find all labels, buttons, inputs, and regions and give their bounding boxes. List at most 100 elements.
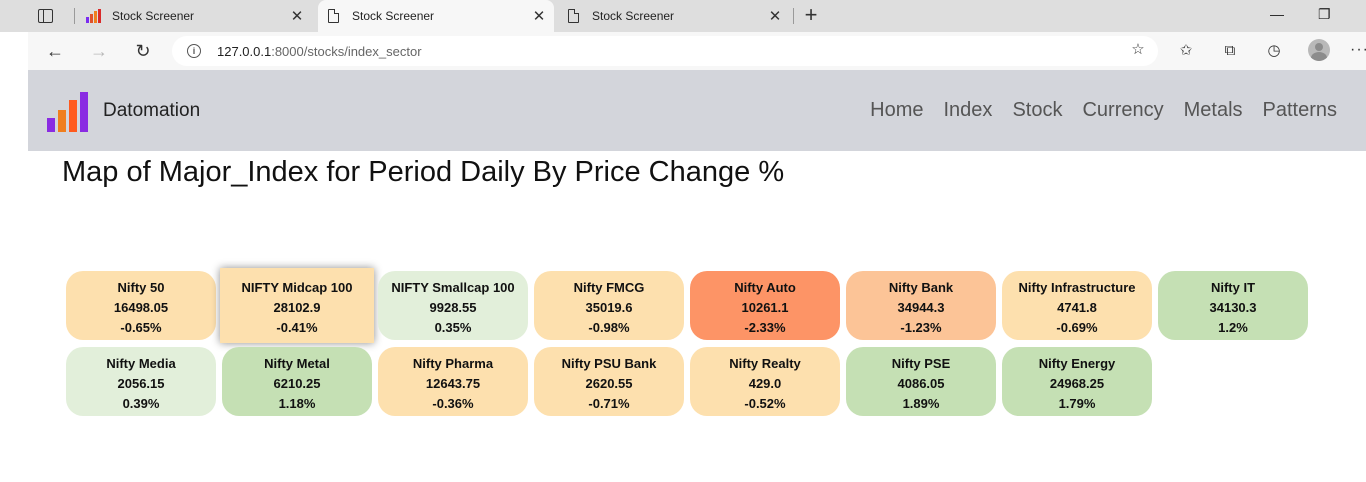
tile-change: 0.35% (434, 320, 472, 335)
tile-price: 2056.15 (117, 376, 165, 391)
tile-change: 1.2% (1218, 320, 1248, 335)
index-tile[interactable]: NIFTY Smallcap 100 9928.55 0.35% (378, 271, 528, 340)
tile-change: -0.65% (120, 320, 162, 335)
index-tile[interactable]: Nifty PSE 4086.05 1.89% (846, 347, 996, 416)
tile-change: -0.69% (1056, 320, 1098, 335)
tile-price: 24968.25 (1049, 376, 1105, 391)
index-tile[interactable]: Nifty Metal 6210.25 1.18% (222, 347, 372, 416)
tile-change: -1.23% (900, 320, 942, 335)
tile-price: 4086.05 (897, 376, 945, 391)
index-tile[interactable]: Nifty Bank 34944.3 -1.23% (846, 271, 996, 340)
index-tile[interactable]: Nifty Pharma 12643.75 -0.36% (378, 347, 528, 416)
tile-name: Nifty Realty (729, 356, 801, 371)
site-header: Datomation Home Index Stock Currency Met… (28, 70, 1366, 151)
forward-arrow-icon[interactable]: → (88, 40, 110, 62)
tile-change: -0.71% (588, 396, 630, 411)
tab-title: Stock Screener (112, 9, 195, 23)
tile-name: Nifty Pharma (412, 356, 494, 371)
index-tile[interactable]: Nifty Auto 10261.1 -2.33% (690, 271, 840, 340)
tile-change: 0.39% (122, 396, 160, 411)
restore-icon[interactable]: ❐ (1318, 6, 1331, 23)
tile-change: -0.98% (588, 320, 630, 335)
refresh-icon[interactable]: ↻ (132, 40, 154, 62)
favorites-icon[interactable]: ✩ (1176, 41, 1196, 61)
index-tile[interactable]: Nifty Realty 429.0 -0.52% (690, 347, 840, 416)
nav-currency[interactable]: Currency (1082, 99, 1163, 122)
browser-tab-2[interactable]: Stock Screener ✕ (318, 0, 554, 32)
tile-name: Nifty Energy (1038, 356, 1116, 371)
url-host: 127.0.0.1 (217, 44, 272, 59)
tile-name: Nifty FMCG (573, 280, 645, 295)
add-favorite-star-icon[interactable]: ☆ (1128, 40, 1148, 60)
index-tile[interactable]: Nifty Energy 24968.25 1.79% (1002, 347, 1152, 416)
back-arrow-icon[interactable]: ← (44, 40, 66, 62)
tile-name: Nifty Infrastructure (1018, 280, 1136, 295)
tile-name: Nifty Auto (734, 280, 796, 295)
browser-tab-strip: Stock Screener ✕ Stock Screener ✕ Stock … (0, 0, 1366, 32)
new-tab-icon[interactable]: + (800, 4, 822, 28)
nav-home[interactable]: Home (870, 99, 923, 122)
tile-price: 12643.75 (425, 376, 481, 391)
tile-change: 1.18% (278, 396, 316, 411)
minimize-icon[interactable]: — (1270, 6, 1284, 22)
main-nav: Home Index Stock Currency Metals Pattern… (870, 99, 1337, 122)
tile-name: Nifty PSU Bank (561, 356, 657, 371)
info-icon[interactable]: i (187, 44, 201, 58)
tile-name: Nifty Metal (264, 356, 330, 371)
history-icon[interactable]: ◷ (1264, 41, 1284, 61)
tile-price: 9928.55 (429, 300, 477, 315)
tab-title: Stock Screener (352, 9, 435, 23)
tile-price: 4741.8 (1057, 300, 1097, 315)
tile-change: 1.89% (902, 396, 940, 411)
index-tile[interactable]: Nifty IT 34130.3 1.2% (1158, 271, 1308, 340)
tile-price: 34130.3 (1209, 300, 1257, 315)
bar-chart-favicon-icon (86, 8, 102, 24)
close-tab-icon[interactable]: ✕ (532, 7, 546, 25)
close-tab-icon[interactable]: ✕ (768, 7, 782, 25)
tile-price: 2620.55 (585, 376, 633, 391)
tile-name: Nifty IT (1210, 280, 1256, 295)
url-text: 127.0.0.1:8000/stocks/index_sector (217, 44, 422, 59)
tile-name: Nifty Media (106, 356, 176, 371)
index-tile[interactable]: Nifty FMCG 35019.6 -0.98% (534, 271, 684, 340)
tile-price: 16498.05 (113, 300, 169, 315)
tile-change: -0.52% (744, 396, 786, 411)
tab-separator (74, 8, 75, 24)
address-bar[interactable]: i 127.0.0.1:8000/stocks/index_sector ☆ (172, 36, 1158, 66)
index-tile[interactable]: Nifty 50 16498.05 -0.65% (66, 271, 216, 340)
brand-name[interactable]: Datomation (103, 100, 200, 122)
tile-change: -2.33% (744, 320, 786, 335)
nav-patterns[interactable]: Patterns (1263, 99, 1337, 122)
tab-title: Stock Screener (592, 9, 675, 23)
tile-name: Nifty PSE (891, 356, 951, 371)
index-tile[interactable]: NIFTY Midcap 100 28102.9 -0.41% (220, 268, 374, 343)
tile-price: 34944.3 (897, 300, 945, 315)
nav-stock[interactable]: Stock (1012, 99, 1062, 122)
profile-avatar-icon[interactable] (1308, 39, 1330, 61)
tile-change: -0.41% (276, 320, 318, 335)
index-tile[interactable]: Nifty Infrastructure 4741.8 -0.69% (1002, 271, 1152, 340)
url-path: :8000/stocks/index_sector (271, 44, 422, 59)
browser-tab-3[interactable]: Stock Screener ✕ (558, 0, 790, 32)
index-tile[interactable]: Nifty PSU Bank 2620.55 -0.71% (534, 347, 684, 416)
tile-name: Nifty 50 (117, 280, 165, 295)
close-tab-icon[interactable]: ✕ (290, 7, 304, 25)
tile-price: 35019.6 (585, 300, 633, 315)
tile-price: 10261.1 (741, 300, 789, 315)
nav-metals[interactable]: Metals (1184, 99, 1243, 122)
tab-separator (793, 8, 794, 24)
datomation-logo-icon[interactable] (47, 90, 91, 132)
tile-name: NIFTY Smallcap 100 (391, 280, 515, 295)
document-icon (566, 8, 582, 24)
more-options-icon[interactable]: ··· (1350, 41, 1366, 59)
tile-price: 28102.9 (273, 300, 321, 315)
tab-actions-icon[interactable] (36, 7, 56, 25)
nav-index[interactable]: Index (944, 99, 993, 122)
tile-price: 6210.25 (273, 376, 321, 391)
browser-tab-1[interactable]: Stock Screener ✕ (78, 0, 312, 32)
index-tile[interactable]: Nifty Media 2056.15 0.39% (66, 347, 216, 416)
tile-price: 429.0 (748, 376, 782, 391)
tile-name: NIFTY Midcap 100 (241, 280, 353, 295)
tile-name: Nifty Bank (888, 280, 954, 295)
collections-icon[interactable]: ⧉ (1220, 41, 1240, 61)
